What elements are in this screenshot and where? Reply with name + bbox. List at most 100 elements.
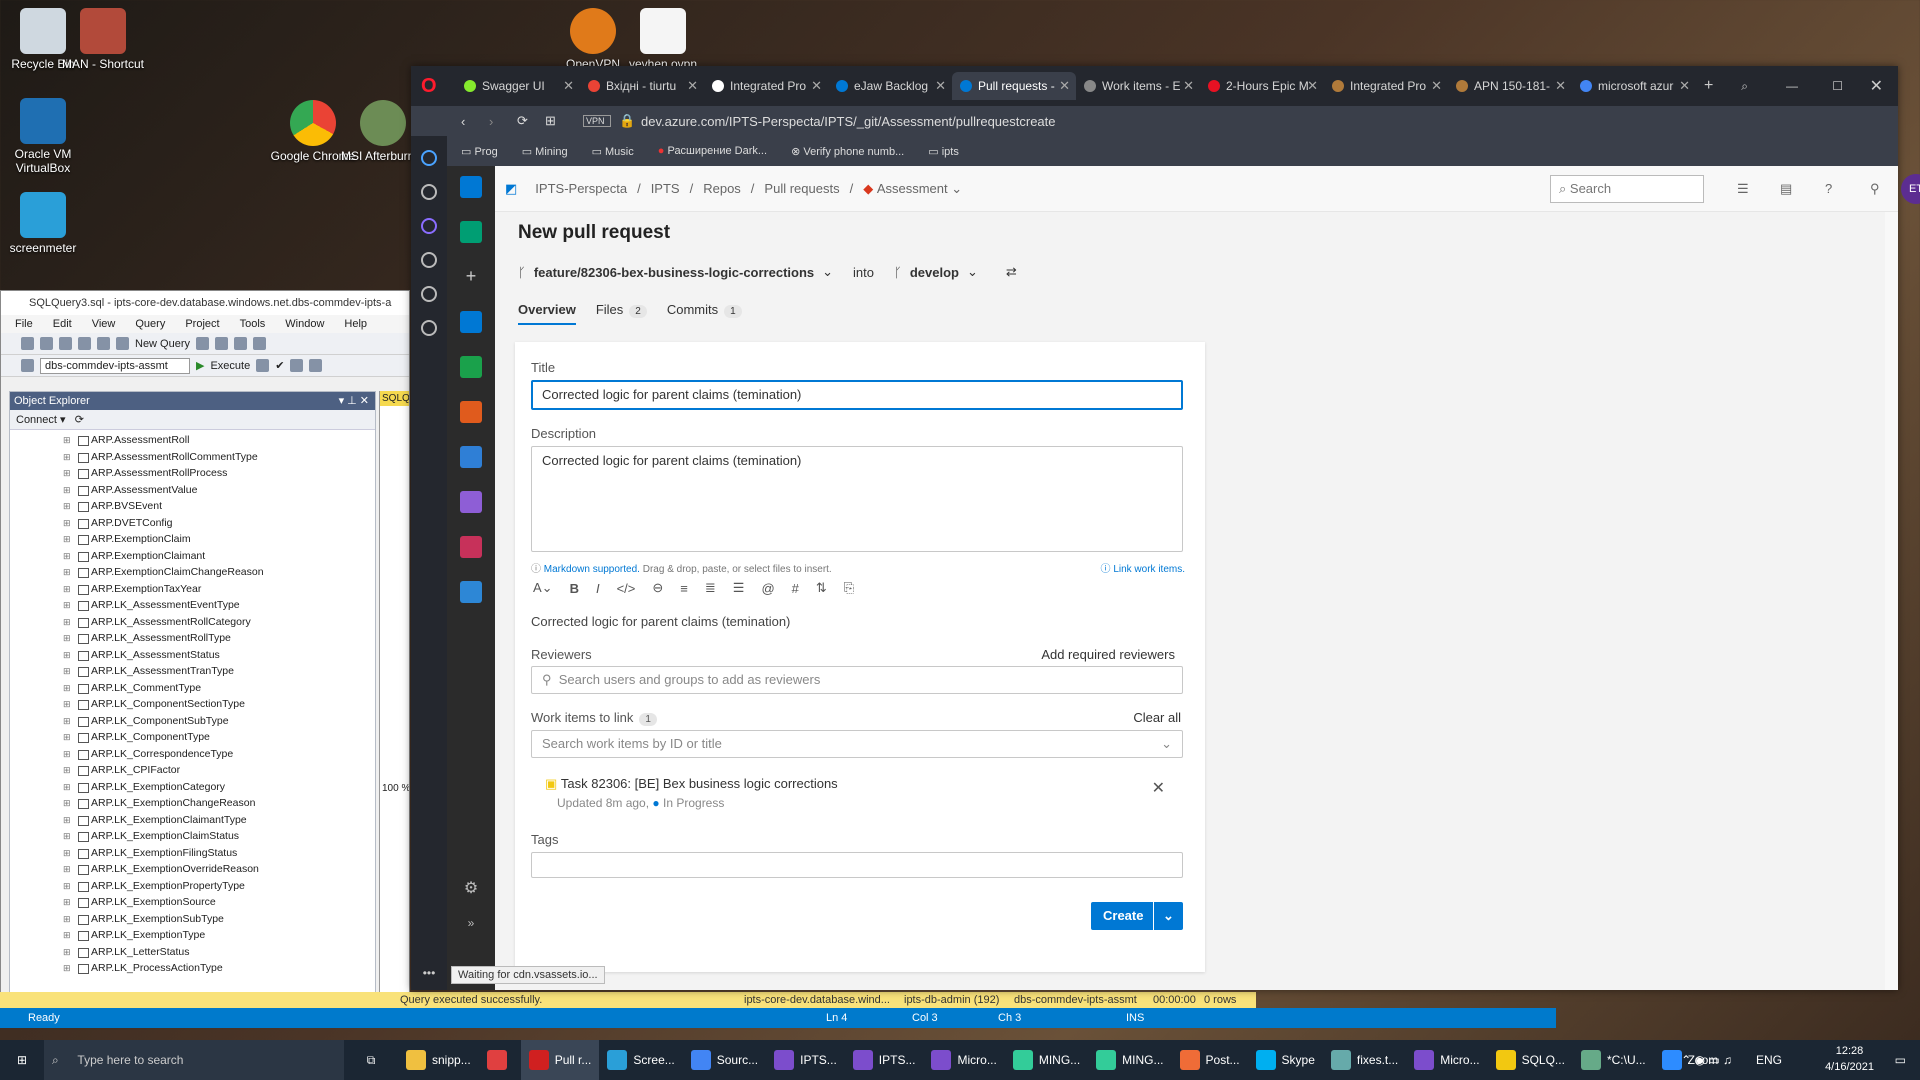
markdown-link[interactable]: Markdown supported. [544,564,640,575]
bookmark-dark-extension[interactable]: ● Расширение Dark... [658,145,767,157]
object-explorer-table[interactable]: ARP.LK_AssessmentRollCategory [63,614,375,631]
star-icon[interactable] [421,184,437,200]
object-explorer-table[interactable]: ARP.LK_ProcessActionType [63,960,375,977]
reviewers-search-input[interactable]: ⚲ Search users and groups to add as revi… [531,666,1183,694]
execute-button[interactable]: Execute [210,360,250,372]
swap-branches-icon[interactable]: ⇄ [1006,264,1017,280]
open-icon[interactable] [78,337,91,350]
close-window-icon[interactable]: ✕ [1870,76,1883,96]
breadcrumb-org[interactable]: IPTS-Perspecta [535,181,627,196]
boards-icon[interactable] [460,356,482,378]
help-icon[interactable]: ? [1825,181,1832,196]
object-explorer-table[interactable]: ARP.LK_AssessmentRollType [63,630,375,647]
object-explorer-table[interactable]: ARP.LK_CPIFactor [63,762,375,779]
remove-work-item-close-icon[interactable]: ✕ [1152,778,1165,798]
italic-icon[interactable]: I [596,581,600,596]
add-required-reviewers-button[interactable]: Add required reviewers [1041,647,1175,662]
repos-icon[interactable] [460,401,482,423]
close-tab-icon[interactable]: ✕ [687,78,698,94]
breadcrumb-project[interactable]: IPTS [651,181,680,196]
target-branch[interactable]: develop [910,265,959,280]
taskbar-app[interactable]: SQLQ... [1488,1040,1573,1080]
chevron-down-icon[interactable]: ⌄ [951,181,962,197]
object-explorer-table[interactable]: ARP.AssessmentRollCommentType [63,449,375,466]
check-icon[interactable]: ✔ [275,359,284,372]
desktop-icon-screenmeter[interactable]: screenmeter [0,192,86,255]
taskbar-app[interactable]: snipp... [398,1040,479,1080]
windows-start-icon[interactable]: ⊞ [0,1040,44,1080]
execute-icon[interactable]: ▶ [196,359,204,372]
object-explorer-table[interactable]: ARP.LK_ComponentSectionType [63,696,375,713]
object-explorer-table[interactable]: ARP.LK_ExemptionType [63,927,375,944]
menu-tools[interactable]: Tools [240,315,266,333]
object-explorer-table[interactable]: ARP.ExemptionClaimant [63,548,375,565]
input-language[interactable]: ENG [1748,1040,1790,1080]
browser-tab[interactable]: eJaw Backlog ✕ [828,72,952,100]
pull-request-icon[interactable]: ⇅ [816,580,827,596]
source-branch[interactable]: feature/82306-bex-business-logic-correct… [534,265,814,280]
close-tab-icon[interactable]: ✕ [1183,78,1194,94]
player-icon[interactable] [421,252,437,268]
menu-query[interactable]: Query [135,315,165,333]
object-explorer-table[interactable]: ARP.LK_AssessmentTranType [63,663,375,680]
chevron-down-icon[interactable]: ⌄ [822,264,833,280]
object-explorer-table[interactable]: ARP.LK_ExemptionClaimStatus [63,828,375,845]
opera-logo-icon[interactable]: O [421,75,437,98]
object-explorer-table[interactable]: ARP.LK_ComponentType [63,729,375,746]
object-explorer-table[interactable]: ARP.LK_ExemptionFilingStatus [63,845,375,862]
object-explorer-table[interactable]: ARP.AssessmentRoll [63,432,375,449]
tags-input[interactable] [531,852,1183,878]
checklist-icon[interactable]: ☰ [733,580,745,596]
bookmark-music[interactable]: ▭ Music [592,145,634,158]
object-explorer-table[interactable]: ARP.AssessmentRollProcess [63,465,375,482]
taskbar-app[interactable]: Micro... [923,1040,1004,1080]
taskbar-app[interactable]: fixes.t... [1323,1040,1406,1080]
url-field[interactable]: dev.azure.com/IPTS-Perspecta/IPTS/_git/A… [641,114,1056,129]
pipelines-icon[interactable] [460,446,482,468]
azure-devops-logo-icon[interactable] [460,176,482,198]
object-explorer-table[interactable]: ARP.LK_ExemptionCategory [63,779,375,796]
taskbar-app[interactable]: *C:\U... [1573,1040,1654,1080]
browser-tab[interactable]: Вхідні - tiurtu ✕ [580,72,704,100]
create-button[interactable]: Create [1091,902,1156,930]
code-icon[interactable]: </> [617,581,636,596]
messenger-icon[interactable] [421,218,437,234]
database-select[interactable]: dbs-commdev-ipts-assmt [40,357,190,374]
browser-tab[interactable]: Pull requests - ✕ [952,72,1076,100]
object-explorer-table[interactable]: ARP.LK_AssessmentStatus [63,647,375,664]
bold-icon[interactable]: B [570,581,579,596]
chevron-down-icon[interactable]: ⌄ [967,264,978,280]
object-explorer-table[interactable]: ARP.DVETConfig [63,515,375,532]
bookmark-verify-phone[interactable]: ⊗ Verify phone numb... [791,145,904,158]
clear-all-button[interactable]: Clear all [1133,710,1181,725]
zoom-level[interactable]: 100 % [382,783,409,794]
link-icon[interactable]: ⊖ [652,580,663,596]
link-work-items[interactable]: ⓘ Link work items. [1101,560,1185,575]
tray-icons[interactable]: ⌃ ◉ ▭ ♫ [1673,1040,1740,1080]
linked-work-item[interactable]: ▣ Task 82306: [BE] Bex business logic co… [545,776,838,810]
object-explorer-table[interactable]: ARP.ExemptionClaimChangeReason [63,564,375,581]
browser-tab[interactable]: 2-Hours Epic M ✕ [1200,72,1324,100]
object-explorer-table[interactable]: ARP.LK_ExemptionOverrideReason [63,861,375,878]
save-all-icon[interactable] [116,337,129,350]
taskbar-app[interactable]: Pull r... [520,1040,600,1080]
add-icon[interactable]: + [460,266,482,288]
menu-view[interactable]: View [92,315,116,333]
object-explorer-table[interactable]: ARP.LK_ExemptionChangeReason [63,795,375,812]
breadcrumb-repo[interactable]: Assessment [877,181,948,196]
taskbar-app[interactable]: Sourc... [683,1040,766,1080]
bookmark-ipts[interactable]: ▭ ipts [928,145,959,158]
object-explorer-table[interactable]: ARP.LK_ExemptionSource [63,894,375,911]
close-tab-icon[interactable]: ✕ [935,78,946,94]
plan-icon[interactable] [309,359,323,372]
overview-icon[interactable] [460,311,482,333]
taskbar-app[interactable]: Micro... [1406,1040,1487,1080]
query-editor-tab[interactable]: SQLQ 100 % [379,391,409,1007]
object-explorer-table[interactable]: ARP.LK_CorrespondenceType [63,746,375,763]
menu-window[interactable]: Window [285,315,324,333]
list-icon[interactable]: ☰ [1737,181,1749,197]
object-explorer-table[interactable]: ARP.LK_ExemptionSubType [63,911,375,928]
stop-icon[interactable] [256,359,270,372]
taskbar-app[interactable]: Skype [1248,1040,1323,1080]
numbered-list-icon[interactable]: ≣ [705,580,716,596]
